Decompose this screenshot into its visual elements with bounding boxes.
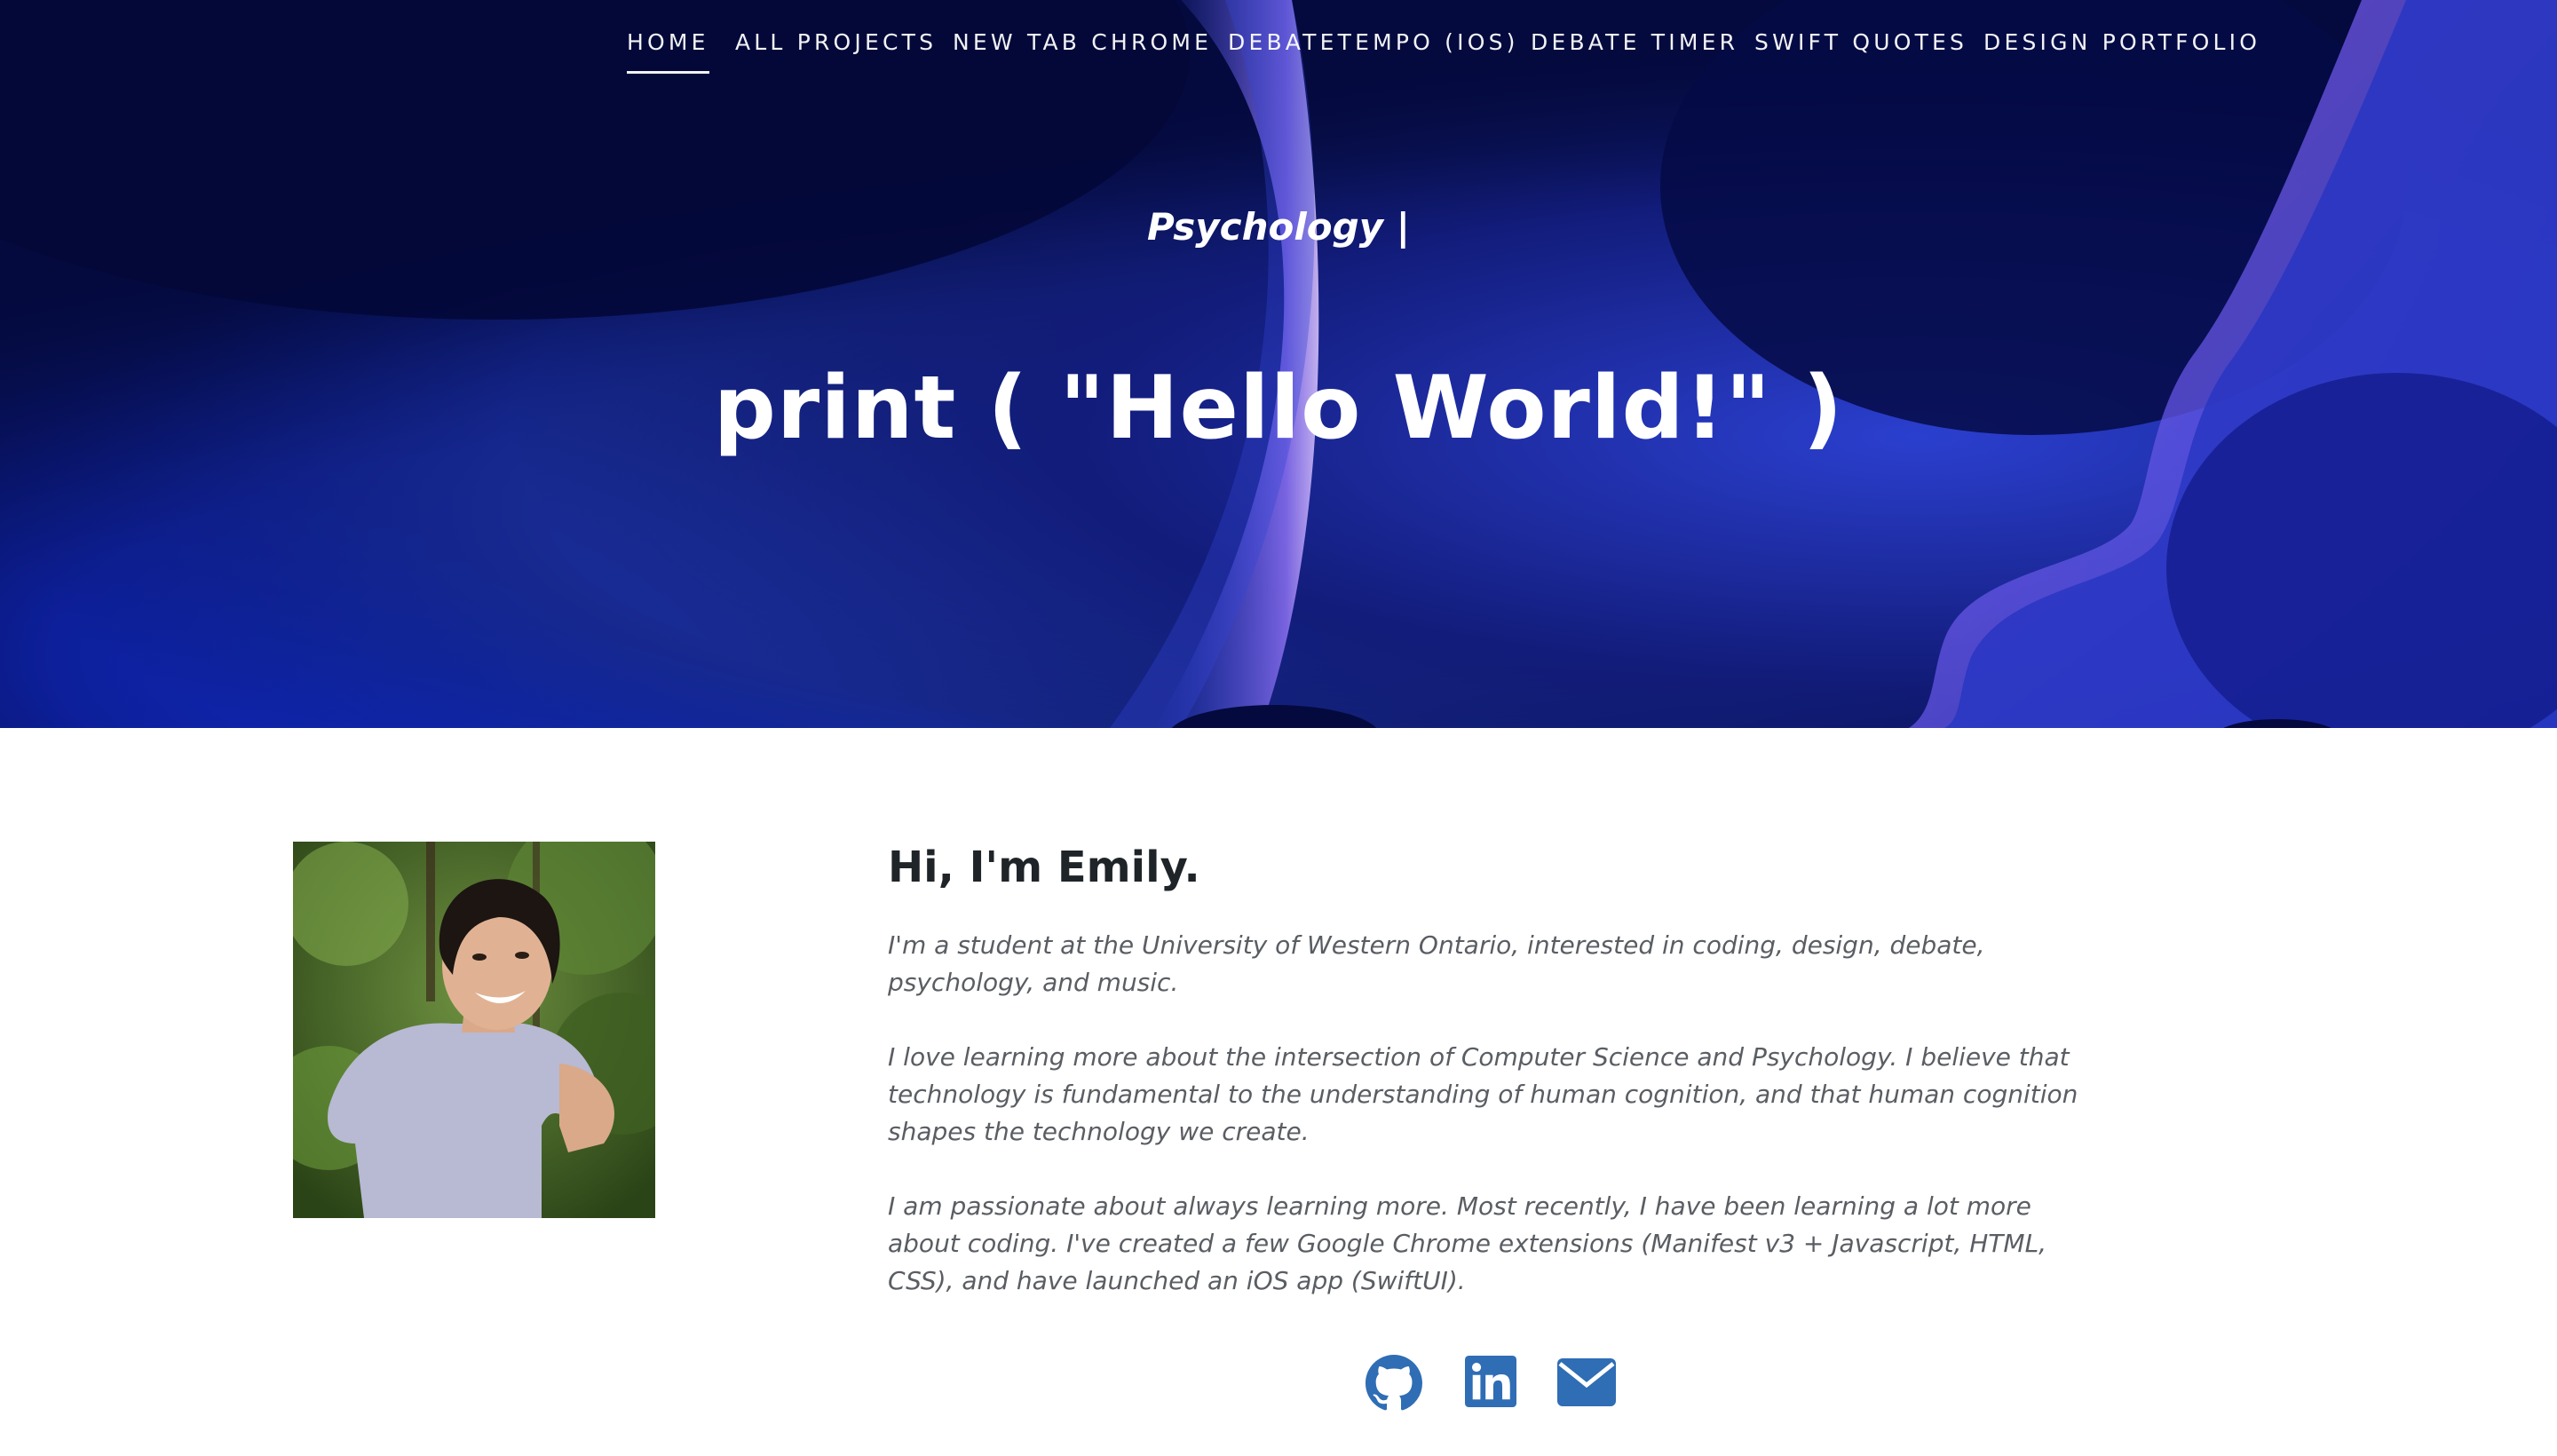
nav-item-debate-timer[interactable]: DEBATE TIMER	[1531, 23, 1738, 62]
about-paragraph-3: I am passionate about always learning mo…	[888, 1191, 2047, 1295]
about-paragraph-1: I'm a student at the University of Weste…	[888, 930, 1985, 997]
nav-item-home[interactable]: HOME	[627, 23, 709, 74]
top-navigation: HOME ALL PROJECTS NEW TAB CHROME DEBATET…	[0, 23, 2557, 85]
email-link[interactable]	[1557, 1355, 1616, 1410]
nav-item-all-projects[interactable]: ALL PROJECTS	[735, 23, 937, 62]
nav-item-debatetempo-ios[interactable]: DEBATETEMPO (IOS)	[1228, 23, 1519, 62]
nav-item-new-tab-chrome[interactable]: NEW TAB CHROME	[953, 23, 1212, 62]
about-paragraph-2: I love learning more about the intersect…	[888, 1042, 2078, 1146]
about-heading: Hi, I'm Emily.	[888, 843, 1200, 892]
hero-title: print ( "Hello World!" )	[713, 358, 1844, 459]
hero-subtitle: Psychology |	[1147, 205, 1410, 249]
nav-item-design-portfolio[interactable]: DESIGN PORTFOLIO	[1983, 23, 2260, 62]
nav-item-swift-quotes[interactable]: SWIFT QUOTES	[1754, 23, 1967, 62]
github-icon	[1366, 1355, 1422, 1411]
github-link[interactable]	[1366, 1355, 1422, 1415]
linkedin-icon	[1465, 1356, 1516, 1407]
hero-banner: HOME ALL PROJECTS NEW TAB CHROME DEBATET…	[0, 0, 2557, 728]
linkedin-link[interactable]	[1465, 1355, 1516, 1412]
email-icon	[1557, 1358, 1616, 1406]
profile-photo	[293, 842, 655, 1218]
about-section: Hi, I'm Emily. I'm a student at the Univ…	[888, 835, 2113, 1295]
